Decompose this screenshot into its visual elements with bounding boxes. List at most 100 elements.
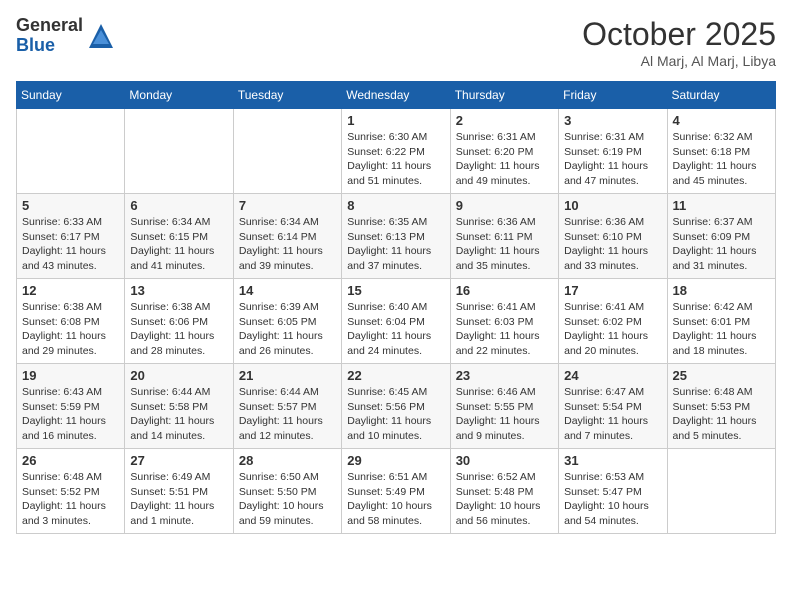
day-number: 12 — [22, 283, 119, 298]
day-number: 6 — [130, 198, 227, 213]
day-info: Sunrise: 6:50 AM Sunset: 5:50 PM Dayligh… — [239, 470, 336, 529]
calendar-week-row: 19Sunrise: 6:43 AM Sunset: 5:59 PM Dayli… — [17, 364, 776, 449]
day-info: Sunrise: 6:53 AM Sunset: 5:47 PM Dayligh… — [564, 470, 661, 529]
day-number: 22 — [347, 368, 444, 383]
day-number: 26 — [22, 453, 119, 468]
calendar-cell: 20 Sunrise: 6:44 AM Sunset: 5:58 PM Dayli… — [125, 364, 233, 449]
calendar-cell — [125, 109, 233, 194]
calendar-table: SundayMondayTuesdayWednesdayThursdayFrid… — [16, 81, 776, 534]
day-info: Sunrise: 6:40 AM Sunset: 6:04 PM Dayligh… — [347, 300, 444, 359]
calendar-week-row: 1 Sunrise: 6:30 AM Sunset: 6:22 PM Daylig… — [17, 109, 776, 194]
day-info: Sunrise: 6:30 AM Sunset: 6:22 PM Dayligh… — [347, 130, 444, 189]
day-of-week-header: Tuesday — [233, 82, 341, 109]
day-info: Sunrise: 6:41 AM Sunset: 6:02 PM Dayligh… — [564, 300, 661, 359]
day-number: 2 — [456, 113, 553, 128]
day-number: 25 — [673, 368, 770, 383]
day-info: Sunrise: 6:44 AM Sunset: 5:58 PM Dayligh… — [130, 385, 227, 444]
calendar-cell: 27Sunrise: 6:49 AM Sunset: 5:51 PM Dayli… — [125, 449, 233, 534]
day-number: 14 — [239, 283, 336, 298]
day-info: Sunrise: 6:52 AM Sunset: 5:48 PM Dayligh… — [456, 470, 553, 529]
day-info: Sunrise: 6:33 AM Sunset: 6:17 PM Dayligh… — [22, 215, 119, 274]
calendar-cell: 15 Sunrise: 6:40 AM Sunset: 6:04 PM Dayli… — [342, 279, 450, 364]
day-number: 21 — [239, 368, 336, 383]
calendar-cell: 16 Sunrise: 6:41 AM Sunset: 6:03 PM Dayli… — [450, 279, 558, 364]
calendar-cell: 31 Sunrise: 6:53 AM Sunset: 5:47 PM Dayli… — [559, 449, 667, 534]
calendar-cell: 22 Sunrise: 6:45 AM Sunset: 5:56 PM Dayli… — [342, 364, 450, 449]
day-number: 20 — [130, 368, 227, 383]
day-info: Sunrise: 6:38 AM Sunset: 6:06 PM Dayligh… — [130, 300, 227, 359]
title-block: October 2025 Al Marj, Al Marj, Libya — [582, 16, 776, 69]
day-of-week-header: Sunday — [17, 82, 125, 109]
day-info: Sunrise: 6:45 AM Sunset: 5:56 PM Dayligh… — [347, 385, 444, 444]
day-number: 13 — [130, 283, 227, 298]
page-header: General Blue October 2025 Al Marj, Al Ma… — [16, 16, 776, 69]
day-info: Sunrise: 6:39 AM Sunset: 6:05 PM Dayligh… — [239, 300, 336, 359]
day-of-week-header: Wednesday — [342, 82, 450, 109]
day-of-week-header: Monday — [125, 82, 233, 109]
day-info: Sunrise: 6:35 AM Sunset: 6:13 PM Dayligh… — [347, 215, 444, 274]
day-number: 15 — [347, 283, 444, 298]
day-number: 31 — [564, 453, 661, 468]
calendar-cell: 19Sunrise: 6:43 AM Sunset: 5:59 PM Dayli… — [17, 364, 125, 449]
calendar-cell: 28 Sunrise: 6:50 AM Sunset: 5:50 PM Dayli… — [233, 449, 341, 534]
calendar-cell: 14 Sunrise: 6:39 AM Sunset: 6:05 PM Dayli… — [233, 279, 341, 364]
day-info: Sunrise: 6:36 AM Sunset: 6:11 PM Dayligh… — [456, 215, 553, 274]
day-info: Sunrise: 6:44 AM Sunset: 5:57 PM Dayligh… — [239, 385, 336, 444]
day-number: 23 — [456, 368, 553, 383]
day-number: 30 — [456, 453, 553, 468]
day-number: 24 — [564, 368, 661, 383]
calendar-cell: 25 Sunrise: 6:48 AM Sunset: 5:53 PM Dayli… — [667, 364, 775, 449]
calendar-header-row: SundayMondayTuesdayWednesdayThursdayFrid… — [17, 82, 776, 109]
calendar-cell: 6 Sunrise: 6:34 AM Sunset: 6:15 PM Daylig… — [125, 194, 233, 279]
logo-icon — [87, 22, 115, 50]
day-info: Sunrise: 6:41 AM Sunset: 6:03 PM Dayligh… — [456, 300, 553, 359]
day-of-week-header: Thursday — [450, 82, 558, 109]
day-number: 5 — [22, 198, 119, 213]
day-of-week-header: Saturday — [667, 82, 775, 109]
day-number: 11 — [673, 198, 770, 213]
calendar-cell: 12Sunrise: 6:38 AM Sunset: 6:08 PM Dayli… — [17, 279, 125, 364]
day-number: 4 — [673, 113, 770, 128]
day-info: Sunrise: 6:43 AM Sunset: 5:59 PM Dayligh… — [22, 385, 119, 444]
calendar-cell: 24Sunrise: 6:47 AM Sunset: 5:54 PM Dayli… — [559, 364, 667, 449]
day-number: 9 — [456, 198, 553, 213]
day-number: 18 — [673, 283, 770, 298]
day-info: Sunrise: 6:31 AM Sunset: 6:19 PM Dayligh… — [564, 130, 661, 189]
day-number: 1 — [347, 113, 444, 128]
calendar-cell: 1 Sunrise: 6:30 AM Sunset: 6:22 PM Daylig… — [342, 109, 450, 194]
logo: General Blue — [16, 16, 115, 56]
day-info: Sunrise: 6:48 AM Sunset: 5:53 PM Dayligh… — [673, 385, 770, 444]
calendar-cell: 8 Sunrise: 6:35 AM Sunset: 6:13 PM Daylig… — [342, 194, 450, 279]
day-number: 29 — [347, 453, 444, 468]
calendar-cell: 10Sunrise: 6:36 AM Sunset: 6:10 PM Dayli… — [559, 194, 667, 279]
calendar-cell: 2 Sunrise: 6:31 AM Sunset: 6:20 PM Daylig… — [450, 109, 558, 194]
logo-blue-text: Blue — [16, 36, 83, 56]
day-info: Sunrise: 6:34 AM Sunset: 6:15 PM Dayligh… — [130, 215, 227, 274]
calendar-week-row: 5 Sunrise: 6:33 AM Sunset: 6:17 PM Daylig… — [17, 194, 776, 279]
day-of-week-header: Friday — [559, 82, 667, 109]
logo-general-text: General — [16, 16, 83, 36]
calendar-week-row: 12Sunrise: 6:38 AM Sunset: 6:08 PM Dayli… — [17, 279, 776, 364]
calendar-cell: 21 Sunrise: 6:44 AM Sunset: 5:57 PM Dayli… — [233, 364, 341, 449]
day-info: Sunrise: 6:37 AM Sunset: 6:09 PM Dayligh… — [673, 215, 770, 274]
day-number: 3 — [564, 113, 661, 128]
day-number: 7 — [239, 198, 336, 213]
day-info: Sunrise: 6:51 AM Sunset: 5:49 PM Dayligh… — [347, 470, 444, 529]
day-number: 16 — [456, 283, 553, 298]
calendar-cell — [667, 449, 775, 534]
day-info: Sunrise: 6:46 AM Sunset: 5:55 PM Dayligh… — [456, 385, 553, 444]
day-number: 27 — [130, 453, 227, 468]
calendar-cell: 18 Sunrise: 6:42 AM Sunset: 6:01 PM Dayli… — [667, 279, 775, 364]
day-number: 8 — [347, 198, 444, 213]
day-info: Sunrise: 6:48 AM Sunset: 5:52 PM Dayligh… — [22, 470, 119, 529]
calendar-cell: 29 Sunrise: 6:51 AM Sunset: 5:49 PM Dayli… — [342, 449, 450, 534]
calendar-cell: 4Sunrise: 6:32 AM Sunset: 6:18 PM Daylig… — [667, 109, 775, 194]
calendar-cell: 7Sunrise: 6:34 AM Sunset: 6:14 PM Daylig… — [233, 194, 341, 279]
day-info: Sunrise: 6:42 AM Sunset: 6:01 PM Dayligh… — [673, 300, 770, 359]
calendar-cell: 9 Sunrise: 6:36 AM Sunset: 6:11 PM Daylig… — [450, 194, 558, 279]
day-number: 28 — [239, 453, 336, 468]
day-info: Sunrise: 6:36 AM Sunset: 6:10 PM Dayligh… — [564, 215, 661, 274]
month-title: October 2025 — [582, 16, 776, 53]
day-info: Sunrise: 6:31 AM Sunset: 6:20 PM Dayligh… — [456, 130, 553, 189]
calendar-cell — [233, 109, 341, 194]
